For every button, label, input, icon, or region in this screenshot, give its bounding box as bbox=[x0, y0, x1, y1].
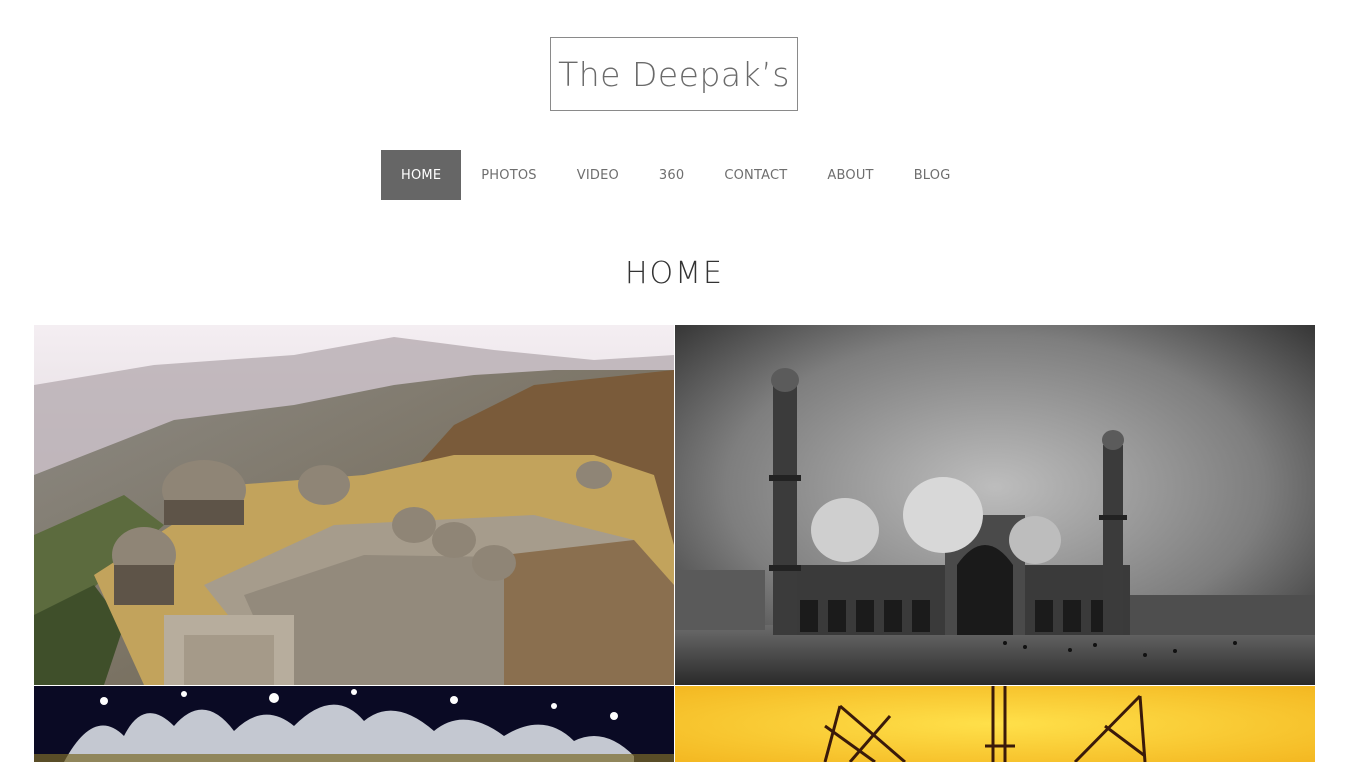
main-nav: HOME PHOTOS VIDEO 360 CONTACT ABOUT BLOG bbox=[381, 150, 971, 200]
gallery-image-pylon[interactable] bbox=[675, 686, 1315, 762]
gallery-image-mosque[interactable] bbox=[675, 325, 1315, 685]
logo-text: The Deepak’s bbox=[558, 54, 790, 94]
nav-item-360[interactable]: 360 bbox=[639, 150, 704, 200]
nav-item-about[interactable]: ABOUT bbox=[807, 150, 893, 200]
nav-item-home[interactable]: HOME bbox=[381, 150, 462, 200]
nav-item-photos[interactable]: PHOTOS bbox=[461, 150, 556, 200]
gallery-image-splash[interactable] bbox=[34, 686, 674, 762]
nav-item-video[interactable]: VIDEO bbox=[557, 150, 639, 200]
site-logo[interactable]: The Deepak’s bbox=[550, 37, 798, 111]
gallery-image-palace[interactable] bbox=[34, 325, 674, 685]
page-title: HOME bbox=[624, 256, 724, 291]
nav-item-blog[interactable]: BLOG bbox=[894, 150, 971, 200]
nav-item-contact[interactable]: CONTACT bbox=[704, 150, 807, 200]
